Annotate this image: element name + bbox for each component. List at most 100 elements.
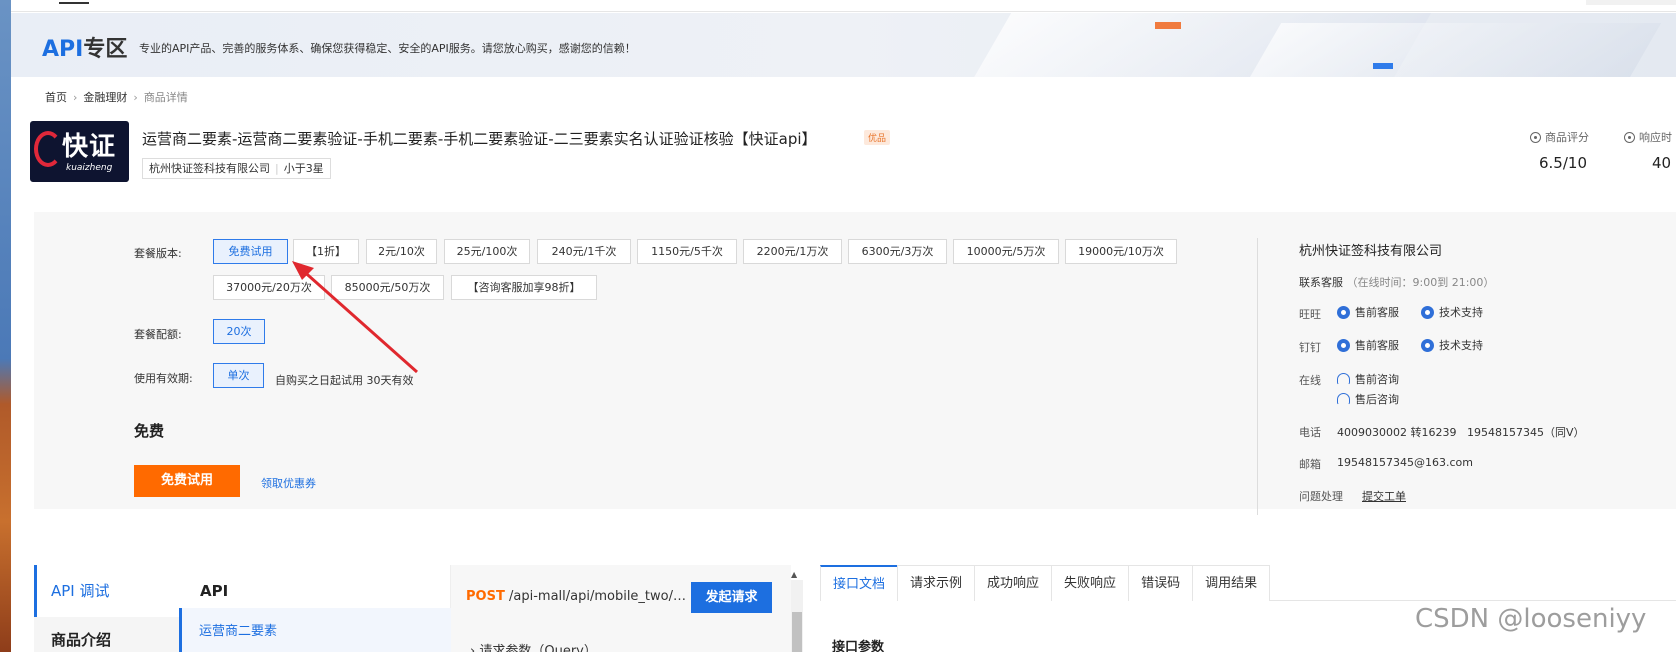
email-value: 19548157345@163.com [1337, 456, 1473, 469]
logo-mark-icon [34, 131, 62, 167]
dingding-tech[interactable]: 技术支持 [1421, 337, 1483, 353]
nav-fragment-right [1586, 0, 1676, 5]
nav-api-debug[interactable]: API 调试 [34, 565, 179, 617]
phone-value: 4009030002 转16239 [1337, 426, 1457, 439]
request-url: /api-mall/api/mobile_two/check [509, 589, 687, 604]
product-logo: 快证 kuaizheng [30, 121, 129, 182]
tab-fail-response[interactable]: 失败响应 [1051, 565, 1130, 601]
contact-row: 联系客服 （在线时间：9:00到 21:00） [1299, 274, 1494, 290]
query-params-toggle[interactable]: › 请求参数（Query） [470, 640, 597, 652]
top-nav-cutoff [11, 0, 1676, 12]
quota-option[interactable]: 20次 [213, 319, 265, 344]
company-tag[interactable]: 杭州快证签科技有限公司 | 小于3星 [142, 158, 331, 179]
nav-fragment [59, 0, 89, 4]
tech-text[interactable]: 技术支持 [1439, 337, 1483, 353]
package-quota-label: 套餐配额: [134, 328, 182, 341]
page: API专区 专业的API产品、完善的服务体系、确保您获得稳定、安全的API服务。… [0, 0, 1676, 652]
banner-decoration [1240, 23, 1662, 77]
scrollbar-thumb[interactable] [792, 612, 802, 652]
tab-request-example[interactable]: 请求示例 [897, 565, 976, 601]
tech-text[interactable]: 技术支持 [1439, 304, 1483, 320]
wangwang-icon [1337, 305, 1350, 319]
phone-label: 电话 [1299, 426, 1321, 439]
contact-hours: （在线时间：9:00到 21:00） [1346, 276, 1495, 289]
tab-api-doc[interactable]: 接口文档 [820, 565, 899, 601]
product-title: 运营商二要素-运营商二要素验证-手机二要素-手机二要素验证-二三要素实名认证验证… [142, 130, 817, 148]
wangwang-label: 旺旺 [1299, 308, 1321, 321]
banner-orange-block [1155, 22, 1181, 29]
annotation-arrow [292, 261, 418, 374]
chevron-right-icon: › [470, 644, 476, 652]
breadcrumb-home[interactable]: 首页 [45, 89, 67, 105]
package-option[interactable]: 10000元/5万次 [953, 239, 1059, 264]
query-params-label[interactable]: 请求参数（Query） [479, 644, 597, 652]
wangwang-icon [1421, 305, 1434, 319]
chevron-right-icon: › [73, 90, 78, 104]
banner-title-zone: 专区 [83, 37, 128, 62]
banner-blue-block [1373, 63, 1393, 69]
scroll-up-icon[interactable]: ▲ [791, 570, 800, 579]
tab-success-response[interactable]: 成功响应 [974, 565, 1053, 601]
tab-call-result[interactable]: 调用结果 [1192, 565, 1271, 601]
star-level: 小于3星 [283, 162, 324, 175]
package-option[interactable]: 免费试用 [213, 239, 288, 264]
logo-subtext: kuaizheng [66, 163, 113, 173]
price: 免费 [134, 422, 165, 440]
package-option[interactable]: 【咨询客服加享98折】 [451, 275, 597, 300]
wangwang-presale[interactable]: 售前客服 [1337, 304, 1399, 320]
submit-ticket-link[interactable]: 提交工单 [1362, 488, 1406, 504]
headset-icon [1337, 393, 1350, 405]
aftersale-consult[interactable]: 售后咨询 [1337, 391, 1399, 407]
divider: | [275, 162, 279, 175]
aftersale-consult-text[interactable]: 售后咨询 [1355, 391, 1399, 407]
desktop-background-strip [0, 0, 11, 652]
watermark: CSDN @looseniyy [1415, 604, 1647, 634]
presale-consult[interactable]: 售前咨询 [1337, 371, 1399, 387]
response-value: 40 [1652, 154, 1672, 172]
issue-label: 问题处理 [1299, 490, 1343, 503]
dingding-icon [1337, 338, 1350, 352]
banner-description: 专业的API产品、完善的服务体系、确保您获得稳定、安全的API服务。请您放心购买… [139, 42, 636, 55]
company-name[interactable]: 杭州快证签科技有限公司 [149, 159, 270, 178]
doc-tabs: 接口文档 请求示例 成功响应 失败响应 错误码 调用结果 [820, 565, 1676, 601]
package-option[interactable]: 2200元/1万次 [743, 239, 842, 264]
package-option[interactable]: 25元/100次 [444, 239, 530, 264]
api-zone-banner: API专区 专业的API产品、完善的服务体系、确保您获得稳定、安全的API服务。… [11, 13, 1676, 77]
package-option[interactable]: 19000元/10万次 [1065, 239, 1177, 264]
banner-title-api: API [42, 37, 84, 62]
send-request-button[interactable]: 发起请求 [691, 582, 772, 613]
clock-icon [1624, 131, 1635, 143]
email-label: 邮箱 [1299, 458, 1321, 471]
presale-consult-text[interactable]: 售前咨询 [1355, 371, 1399, 387]
nav-product-intro[interactable]: 商品介绍 [34, 620, 179, 652]
contact-label: 联系客服 [1299, 276, 1343, 289]
package-option[interactable]: 1150元/5千次 [637, 239, 737, 264]
validity-label: 使用有效期: [134, 372, 193, 385]
breadcrumb: 首页 › 金融理财 › 商品详情 [45, 89, 188, 105]
logo-text: 快证 [62, 132, 117, 162]
coupon-link[interactable]: 领取优惠券 [261, 475, 316, 491]
rating-value: 6.5/10 [1539, 154, 1587, 172]
response-label: 响应时 [1624, 129, 1672, 145]
wangwang-tech[interactable]: 技术支持 [1421, 304, 1483, 320]
package-option[interactable]: 240元/1千次 [537, 239, 631, 264]
response-label-text: 响应时 [1639, 131, 1672, 144]
dingding-presale[interactable]: 售前客服 [1337, 337, 1399, 353]
phone-alt: 19548157345（同V） [1467, 426, 1585, 439]
api-list-item-label[interactable]: 运营商二要素 [199, 620, 277, 639]
presale-text[interactable]: 售前客服 [1355, 304, 1399, 320]
package-option[interactable]: 6300元/3万次 [848, 239, 947, 264]
premium-badge: 优品 [864, 130, 891, 145]
seller-company: 杭州快证签科技有限公司 [1299, 244, 1443, 259]
validity-option[interactable]: 单次 [213, 363, 264, 388]
breadcrumb-current: 商品详情 [143, 91, 188, 104]
breadcrumb-category[interactable]: 金融理财 [83, 89, 127, 105]
tab-error-codes[interactable]: 错误码 [1128, 565, 1194, 601]
presale-text[interactable]: 售前客服 [1355, 337, 1399, 353]
headset-icon [1337, 373, 1350, 385]
doc-section-heading: 接口参数 [832, 640, 885, 652]
rating-icon [1530, 131, 1541, 143]
online-label: 在线 [1299, 374, 1321, 387]
api-list-heading: API [200, 582, 229, 600]
free-trial-button[interactable]: 免费试用 [134, 465, 240, 497]
